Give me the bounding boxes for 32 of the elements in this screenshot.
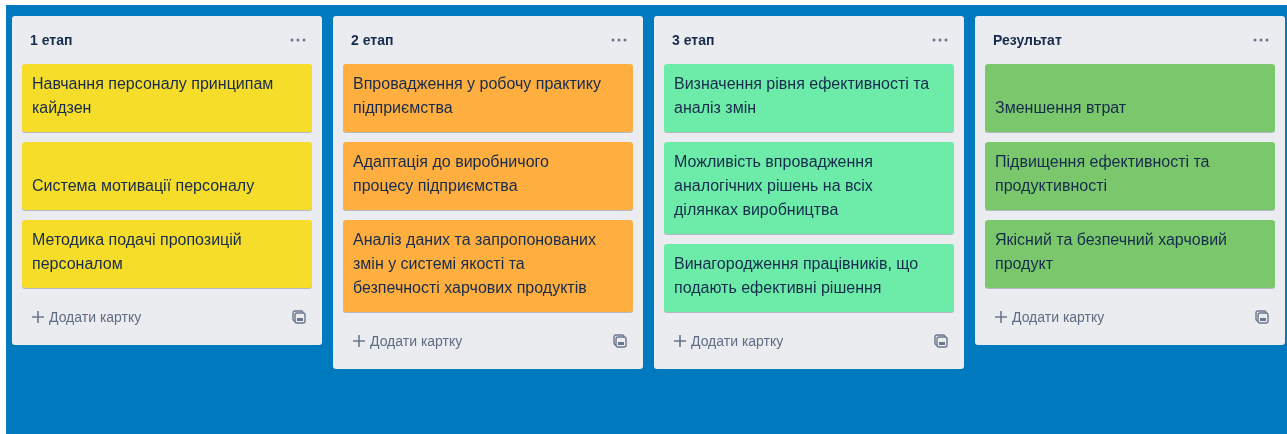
card[interactable]: Впровадження у робочу практику підприємства [343, 64, 633, 132]
card[interactable]: Аналіз даних та запропонованих змін у системі якості та безпечності харчових продуктів [343, 220, 633, 312]
card[interactable]: Система мотивації персоналу [22, 142, 312, 210]
card-template-icon[interactable] [613, 334, 627, 348]
card[interactable]: Можливість впровадження аналогічних рішень на всіх ділянках виробництва [664, 142, 954, 234]
more-icon[interactable] [290, 38, 306, 42]
card[interactable]: Визначення рівня ефективності та аналіз змін [664, 64, 954, 132]
list-title[interactable]: 3 етап [672, 32, 715, 48]
add-card-button[interactable]: Додати картку [32, 309, 142, 325]
card[interactable]: Підвищення ефективності та продуктивності [985, 142, 1275, 210]
plus-icon [995, 311, 1007, 323]
plus-icon [353, 335, 365, 347]
card[interactable]: Винагородження працівників, що подають ефективні рішення [664, 244, 954, 312]
list-title[interactable]: 1 етап [30, 32, 73, 48]
card-template-icon[interactable] [1255, 310, 1269, 324]
more-icon[interactable] [1253, 38, 1269, 42]
add-card-button[interactable]: Додати картку [353, 333, 463, 349]
card[interactable]: Навчання персоналу принципам кайдзен [22, 64, 312, 132]
card[interactable]: Зменшення втрат [985, 64, 1275, 132]
card[interactable]: Якісний та безпечний харчовий продукт [985, 220, 1275, 288]
list-title[interactable]: Результат [993, 32, 1062, 48]
card-template-icon[interactable] [292, 310, 306, 324]
add-card-button[interactable]: Додати картку [674, 333, 784, 349]
list-title[interactable]: 2 етап [351, 32, 394, 48]
plus-icon [674, 335, 686, 347]
more-icon[interactable] [611, 38, 627, 42]
card-template-icon[interactable] [934, 334, 948, 348]
card[interactable]: Адаптація до виробничого процесу підприємства [343, 142, 633, 210]
more-icon[interactable] [932, 38, 948, 42]
card[interactable]: Методика подачі пропозицій персоналом [22, 220, 312, 288]
add-card-button[interactable]: Додати картку [995, 309, 1105, 325]
plus-icon [32, 311, 44, 323]
